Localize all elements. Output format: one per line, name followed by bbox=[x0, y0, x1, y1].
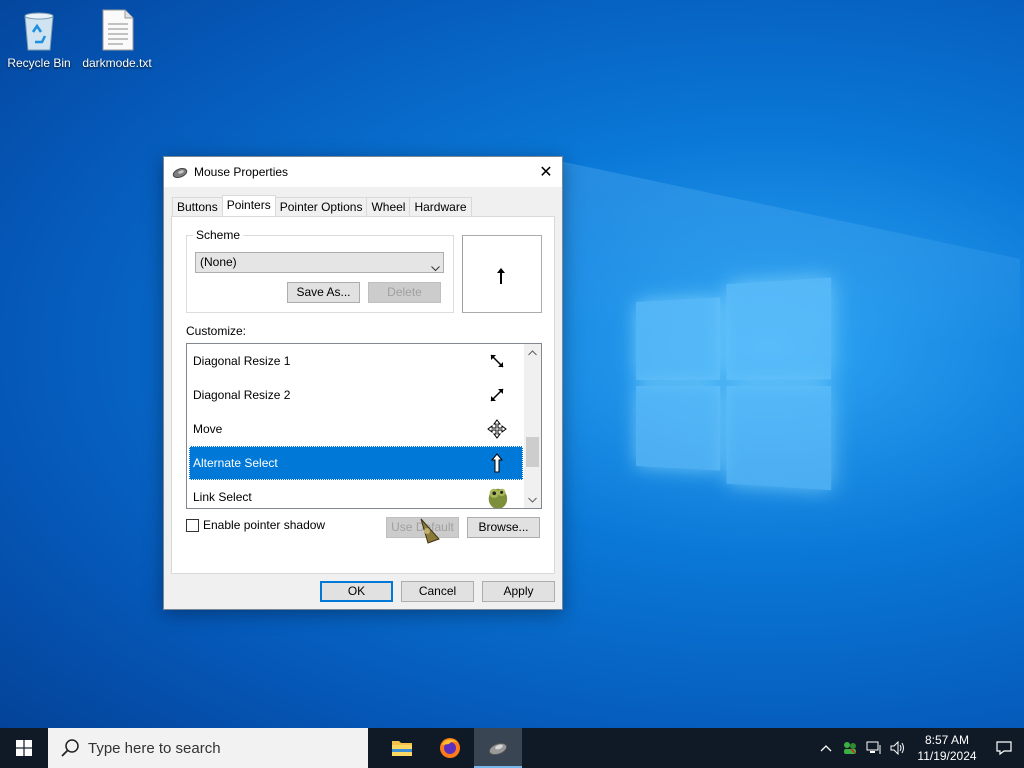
pointer-name: Link Select bbox=[193, 490, 252, 504]
pointer-shadow-option[interactable]: Enable pointer shadow bbox=[186, 518, 325, 532]
pointers-tab-panel: Scheme (None) Save As... Delete Customiz… bbox=[171, 216, 555, 574]
desktop-icon-darkmode-txt[interactable]: darkmode.txt bbox=[81, 8, 153, 70]
title-bar[interactable]: Mouse Properties ✕ bbox=[164, 157, 562, 187]
list-item[interactable]: Diagonal Resize 2 bbox=[189, 378, 523, 412]
start-button[interactable] bbox=[0, 728, 48, 768]
tab-buttons[interactable]: Buttons bbox=[172, 197, 223, 216]
people-tray-icon[interactable] bbox=[838, 728, 862, 768]
taskbar-file-explorer[interactable] bbox=[378, 728, 426, 768]
firefox-icon bbox=[440, 738, 460, 758]
search-icon bbox=[60, 738, 80, 758]
list-item[interactable]: Move bbox=[189, 412, 523, 446]
dialog-title: Mouse Properties bbox=[194, 165, 289, 179]
pointer-list[interactable]: Diagonal Resize 1 Diagonal Resize 2 Move… bbox=[186, 343, 542, 509]
scheme-dropdown[interactable]: (None) bbox=[195, 252, 444, 273]
text-file-icon bbox=[97, 8, 137, 52]
desktop-icon-label: Recycle Bin bbox=[7, 56, 71, 70]
clock-date: 11/19/2024 bbox=[917, 749, 977, 763]
scheme-group: Scheme (None) Save As... Delete bbox=[186, 228, 454, 313]
action-center-icon[interactable] bbox=[984, 728, 1024, 768]
tab-wheel[interactable]: Wheel bbox=[366, 197, 411, 216]
scroll-up-icon[interactable] bbox=[524, 344, 541, 361]
pointer-name: Diagonal Resize 2 bbox=[193, 388, 291, 402]
clock-time: 8:57 AM bbox=[924, 733, 970, 747]
scheme-legend: Scheme bbox=[193, 228, 244, 242]
list-item-selected[interactable]: Alternate Select bbox=[189, 446, 523, 480]
list-scrollbar[interactable] bbox=[524, 344, 541, 508]
delete-button[interactable]: Delete bbox=[368, 282, 441, 303]
pointer-name: Alternate Select bbox=[193, 456, 278, 470]
desktop-icon-label: darkmode.txt bbox=[82, 56, 152, 70]
mouse-cursor-icon bbox=[418, 517, 442, 548]
tab-pointer-options[interactable]: Pointer Options bbox=[274, 197, 368, 216]
search-placeholder: Type here to search bbox=[88, 739, 221, 757]
file-explorer-icon bbox=[392, 741, 412, 756]
list-item[interactable]: Diagonal Resize 1 bbox=[189, 344, 523, 378]
scroll-thumb[interactable] bbox=[526, 437, 539, 467]
ok-button[interactable]: OK bbox=[320, 581, 393, 602]
windows-logo-icon bbox=[16, 740, 32, 756]
mouse-properties-dialog: Mouse Properties ✕ Buttons Pointers Poin… bbox=[163, 156, 563, 610]
search-box[interactable]: Type here to search bbox=[48, 728, 368, 768]
alternate-select-icon bbox=[485, 446, 509, 480]
network-icon[interactable] bbox=[862, 728, 886, 768]
mouse-icon bbox=[172, 164, 188, 180]
cancel-button[interactable]: Cancel bbox=[401, 581, 474, 602]
link-select-icon bbox=[485, 480, 509, 508]
alternate-select-preview-icon bbox=[496, 267, 506, 288]
system-tray: 8:57 AM 11/19/2024 bbox=[814, 728, 1024, 768]
list-item[interactable]: Link Select bbox=[189, 480, 523, 508]
diagonal-resize-2-icon bbox=[485, 378, 509, 412]
taskbar-firefox[interactable] bbox=[426, 728, 474, 768]
chevron-up-icon[interactable] bbox=[814, 728, 838, 768]
tab-hardware[interactable]: Hardware bbox=[409, 197, 472, 216]
move-icon bbox=[485, 412, 509, 446]
clock[interactable]: 8:57 AM 11/19/2024 bbox=[910, 732, 984, 764]
pointer-shadow-label: Enable pointer shadow bbox=[203, 518, 326, 532]
save-as-button[interactable]: Save As... bbox=[287, 282, 360, 303]
volume-icon[interactable] bbox=[886, 728, 910, 768]
taskbar: Type here to search 8:57 AM 11/19/2024 bbox=[0, 728, 1024, 768]
wallpaper-windows-logo bbox=[636, 277, 832, 493]
desktop-icon-recycle-bin[interactable]: Recycle Bin bbox=[3, 8, 75, 70]
pointer-shadow-checkbox[interactable] bbox=[186, 518, 199, 532]
close-button[interactable]: ✕ bbox=[530, 157, 562, 187]
pointer-name: Move bbox=[193, 422, 223, 436]
pointer-name: Diagonal Resize 1 bbox=[193, 354, 291, 368]
diagonal-resize-1-icon bbox=[485, 344, 509, 378]
chevron-down-icon bbox=[431, 259, 440, 272]
scroll-down-icon[interactable] bbox=[524, 491, 541, 508]
apply-button[interactable]: Apply bbox=[482, 581, 555, 602]
taskbar-mouse-properties[interactable] bbox=[474, 728, 522, 768]
browse-button[interactable]: Browse... bbox=[467, 517, 540, 538]
customize-label: Customize: bbox=[186, 324, 247, 338]
pointer-preview bbox=[462, 235, 542, 313]
tab-strip: Buttons Pointers Pointer Options Wheel H… bbox=[172, 195, 472, 216]
scheme-selected-value: (None) bbox=[200, 255, 237, 269]
mouse-properties-icon bbox=[488, 742, 508, 756]
tab-pointers[interactable]: Pointers bbox=[221, 195, 276, 216]
recycle-bin-icon bbox=[19, 8, 59, 52]
